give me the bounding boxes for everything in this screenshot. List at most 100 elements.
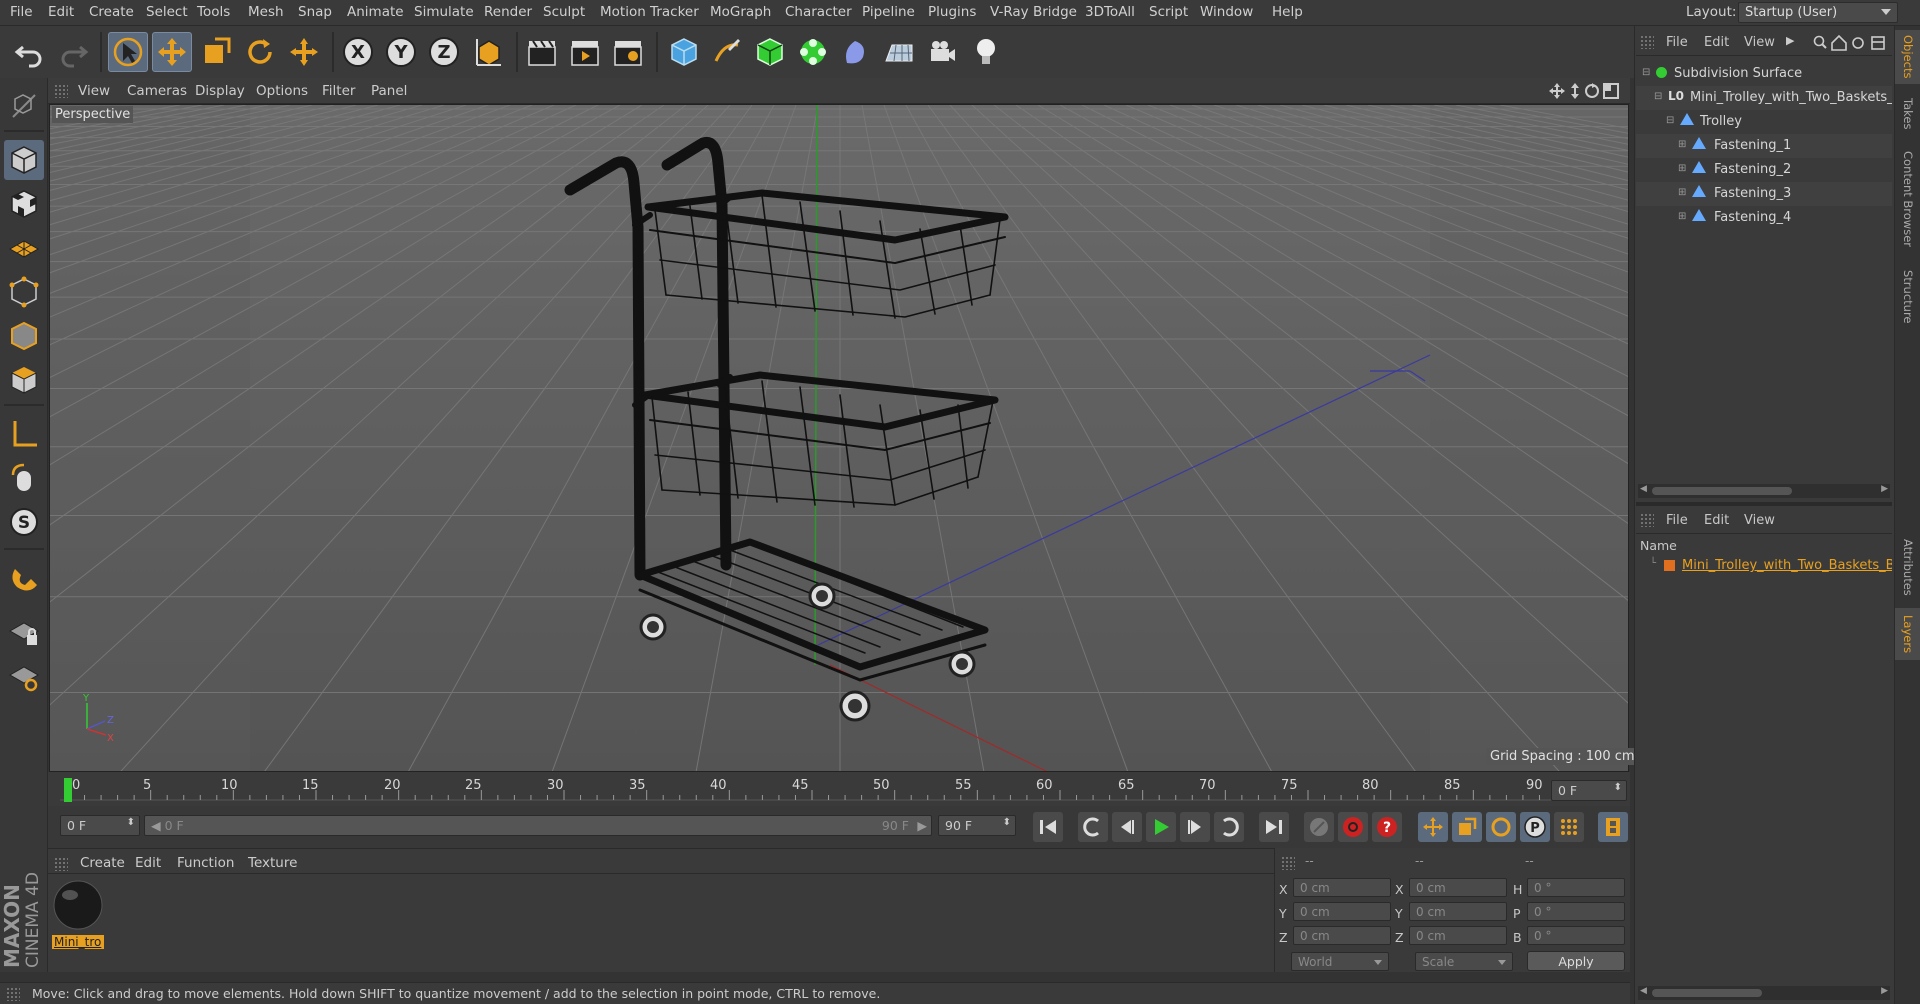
layers-menu-file[interactable]: File [1666, 513, 1688, 528]
rotate-tool-button[interactable] [240, 32, 280, 72]
undo-button[interactable] [10, 32, 50, 72]
tab-layers[interactable]: Layers [1895, 608, 1920, 660]
layer-row[interactable]: └ Mini_Trolley_with_Two_Baskets_Bl [1636, 556, 1892, 576]
menu-window[interactable]: Window [1200, 4, 1253, 20]
size-z-field[interactable]: 0 cm [1409, 926, 1507, 945]
panel-grip-icon[interactable] [1281, 856, 1295, 870]
scroll-right-icon[interactable]: ▶ [1881, 484, 1888, 494]
key-scale-button[interactable] [1452, 812, 1482, 842]
rotation-p-field[interactable]: 0 ° [1527, 902, 1625, 921]
goto-end-button[interactable] [1259, 812, 1289, 842]
key-pla-button[interactable] [1554, 812, 1584, 842]
layers-menu-view[interactable]: View [1744, 513, 1775, 528]
render-settings-button[interactable] [608, 32, 648, 72]
material-menu-texture[interactable]: Texture [248, 855, 297, 871]
current-frame-field[interactable]: 0 F ⬍ [60, 815, 140, 836]
render-view-button[interactable] [522, 32, 562, 72]
transform-tool-button[interactable] [284, 32, 324, 72]
object-row[interactable]: ⊞ Fastening_4 [1636, 206, 1892, 230]
panel-grip-icon[interactable] [54, 857, 68, 871]
deformer-button[interactable] [836, 32, 876, 72]
position-z-field[interactable]: 0 cm [1293, 926, 1391, 945]
menu-character[interactable]: Character [785, 4, 852, 20]
menu-snap[interactable]: Snap [298, 4, 332, 20]
layout-select[interactable]: Startup (User) [1738, 2, 1898, 23]
next-key-button[interactable] [1214, 812, 1244, 842]
scale-tool-button[interactable] [196, 32, 236, 72]
redo-button[interactable] [53, 32, 93, 72]
move-tool-button[interactable] [152, 32, 192, 72]
render-picture-viewer-button[interactable] [565, 32, 605, 72]
objects-menu-file[interactable]: File [1666, 35, 1688, 50]
viewport-menu-panel[interactable]: Panel [371, 83, 407, 99]
object-row[interactable]: ⊟ L0 Mini_Trolley_with_Two_Baskets_B [1636, 86, 1892, 110]
coordinate-system-button[interactable] [468, 32, 508, 72]
points-mode-button[interactable] [4, 272, 44, 312]
panel-grip-icon[interactable] [54, 84, 68, 98]
prev-key-button[interactable] [1078, 812, 1108, 842]
prev-frame-button[interactable] [1112, 812, 1142, 842]
end-frame-field[interactable]: 0 F ⬍ [1551, 780, 1627, 801]
timeline-window-button[interactable] [1598, 812, 1628, 842]
menu-edit[interactable]: Edit [48, 4, 74, 20]
tree-collapse-icon[interactable]: ⊟ [1666, 115, 1674, 126]
layer-hscrollbar[interactable]: ◀ ▶ [1638, 986, 1890, 1000]
menu-pipeline[interactable]: Pipeline [862, 4, 915, 20]
end-frame-range-field[interactable]: 90 F ⬍ [938, 815, 1016, 836]
menu-render[interactable]: Render [484, 4, 532, 20]
lock-workplane-button[interactable] [4, 612, 44, 652]
cloner-button[interactable] [793, 32, 833, 72]
material-swatch[interactable]: Mini_tro [52, 879, 104, 949]
spline-pen-button[interactable] [707, 32, 747, 72]
rotation-h-field[interactable]: 0 ° [1527, 878, 1625, 897]
size-x-field[interactable]: 0 cm [1409, 878, 1507, 897]
material-menu-edit[interactable]: Edit [135, 855, 161, 871]
solo-mode-button[interactable]: S [4, 502, 44, 542]
range-left-arrow-icon[interactable]: ◀ [151, 818, 161, 833]
axis-mode-button[interactable] [4, 414, 44, 454]
material-menu-function[interactable]: Function [177, 855, 234, 871]
viewport-menu-cameras[interactable]: Cameras [127, 83, 187, 99]
tree-expand-icon[interactable]: ⊞ [1678, 139, 1686, 150]
3d-viewport[interactable]: Y Z X [49, 104, 1629, 772]
make-editable-button[interactable] [4, 86, 44, 126]
range-right-arrow-icon[interactable]: ▶ [917, 818, 927, 833]
scroll-left-icon[interactable]: ◀ [1640, 484, 1647, 494]
z-axis-lock-button[interactable]: Z [424, 32, 464, 72]
viewport-scene[interactable]: Y Z X [50, 105, 1629, 772]
viewport-menu-filter[interactable]: Filter [322, 83, 355, 99]
record-disabled-button[interactable] [1304, 812, 1334, 842]
stepper-icon[interactable]: ⬍ [127, 817, 135, 828]
menu-mesh[interactable]: Mesh [248, 4, 284, 20]
apply-button[interactable]: Apply [1527, 951, 1625, 971]
autokey-button[interactable]: ? [1372, 812, 1402, 842]
layers-menu-edit[interactable]: Edit [1704, 513, 1729, 528]
x-axis-lock-button[interactable]: X [338, 32, 378, 72]
object-row[interactable]: ⊟ Subdivision Surface [1636, 62, 1892, 86]
viewport-menu-view[interactable]: View [78, 83, 110, 99]
position-x-field[interactable]: 0 cm [1293, 878, 1391, 897]
object-row[interactable]: ⊞ Fastening_2 [1636, 158, 1892, 182]
stepper-icon[interactable]: ⬍ [1003, 817, 1011, 828]
tree-expand-icon[interactable]: ⊞ [1678, 211, 1686, 222]
menu-mograph[interactable]: MoGraph [710, 4, 771, 20]
menu-file[interactable]: File [10, 4, 33, 20]
object-manager-tools[interactable] [1812, 34, 1890, 52]
objects-menu-view[interactable]: View [1744, 35, 1775, 50]
stepper-icon[interactable]: ⬍ [1614, 782, 1622, 793]
size-mode-select[interactable]: Scale [1415, 952, 1513, 971]
object-hscrollbar[interactable]: ◀ ▶ [1638, 484, 1890, 498]
position-y-field[interactable]: 0 cm [1293, 902, 1391, 921]
texture-mode-button[interactable] [4, 184, 44, 224]
tab-content-browser[interactable]: Content Browser [1895, 144, 1920, 254]
model-mode-button[interactable] [4, 140, 44, 180]
menu-simulate[interactable]: Simulate [414, 4, 474, 20]
size-y-field[interactable]: 0 cm [1409, 902, 1507, 921]
light-button[interactable] [966, 32, 1006, 72]
y-axis-lock-button[interactable]: Y [381, 32, 421, 72]
playhead-marker[interactable] [64, 778, 72, 802]
tab-attributes[interactable]: Attributes [1895, 530, 1920, 604]
panel-grip-icon[interactable] [1640, 35, 1654, 49]
key-parameter-button[interactable]: P [1520, 812, 1550, 842]
viewport-menu-display[interactable]: Display [195, 83, 245, 99]
